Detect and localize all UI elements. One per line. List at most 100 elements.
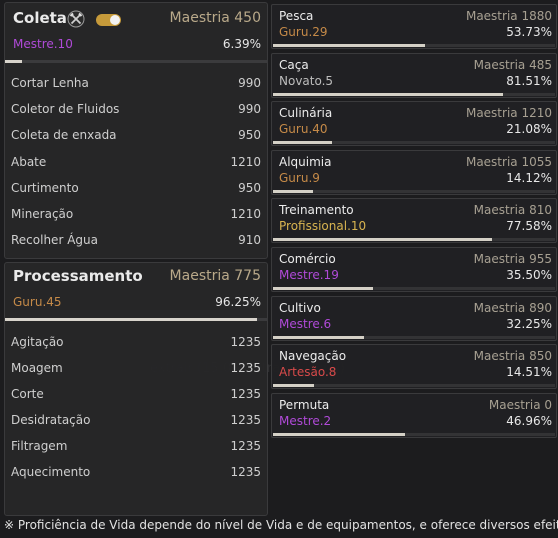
skill-percent: 32.25% [506,316,552,331]
skill-card-navegacao[interactable]: Navegação Maestria 850 Artesão.8 14.51% [271,344,557,390]
processamento-row-corte: Corte 1235 [11,387,261,407]
processamento-row-filtragem: Filtragem 1235 [11,439,261,459]
skill-progress-track [273,44,555,47]
skill-maestria: Maestria 0 [488,397,552,412]
coleta-row-coletor-de-fluidos: Coletor de Fluidos 990 [11,102,261,122]
skill-card-alquimia[interactable]: Alquimia Maestria 1055 Guru.9 14.12% [271,149,557,195]
row-label: Desidratação [11,413,91,427]
skill-name: Permuta [279,397,330,412]
skill-percent: 21.08% [506,122,552,137]
skill-progress-track [273,141,555,145]
skill-percent: 46.96% [506,413,552,428]
coleta-percent: 6.39% [222,37,261,51]
row-label: Aquecimento [11,465,91,479]
skill-grade: Mestre.6 [279,316,332,331]
skill-progress-fill [273,141,333,145]
row-value: 1235 [230,387,261,401]
coleta-row-cortar-lenha: Cortar Lenha 990 [11,76,261,96]
row-value: 910 [238,233,261,248]
skill-progress-fill [273,432,406,436]
skill-maestria: Maestria 850 [473,349,552,364]
processamento-row-desidratacao: Desidratação 1235 [11,413,261,433]
row-label: Coleta de enxada [11,128,117,143]
skill-maestria: Maestria 890 [473,300,552,315]
skill-grade: Guru.29 [279,25,328,39]
skill-maestria: Maestria 1055 [465,154,552,169]
row-value: 1235 [230,361,261,375]
row-value: 1235 [230,465,261,479]
skill-name: Caça [279,57,309,72]
skill-progress-track [273,384,555,388]
skill-card-pesca[interactable]: Pesca Maestria 1880 Guru.29 53.73% [271,4,557,49]
row-value: 1235 [230,439,261,453]
processamento-row-agitacao: Agitação 1235 [11,335,261,355]
skill-maestria: Maestria 1880 [465,9,552,23]
processamento-panel: Processamento Maestria 775 Guru.45 96.25… [4,262,268,516]
skill-name: Culinária [279,106,333,121]
footer-note: ※ Proficiência de Vida depende do nível … [4,518,558,532]
skill-progress-track [273,335,555,339]
row-value: 950 [238,128,261,143]
skill-name: Comércio [279,252,336,266]
skill-card-caca[interactable]: Caça Maestria 485 Novato.5 81.51% [271,52,557,98]
skill-name: Treinamento [279,203,354,218]
coleta-row-coleta-de-enxada: Coleta de enxada 950 [11,128,261,148]
skill-progress-fill [273,335,364,339]
row-value: 1235 [230,413,261,427]
skill-grade: Artesão.8 [279,365,337,380]
processamento-grade: Guru.45 [13,295,62,309]
skill-grade: Profissional.10 [279,219,367,234]
skill-name: Alquimia [279,154,332,169]
coleta-progress-fill [5,60,22,63]
coleta-progress-track [5,60,267,63]
skill-maestria: Maestria 955 [473,252,552,266]
pickaxe-tools-icon[interactable] [67,10,85,28]
row-value: 1210 [230,207,261,221]
row-label: Moagem [11,361,63,375]
skill-progress-fill [273,44,425,47]
processamento-progress-track [5,318,267,321]
skill-progress-track [273,92,555,96]
skill-percent: 77.58% [506,219,552,234]
processamento-progress-fill [5,318,258,321]
skill-card-comercio[interactable]: Comércio Maestria 955 Mestre.19 35.50% [271,247,557,292]
skill-progress-track [273,287,555,290]
skill-maestria: Maestria 1210 [465,106,552,121]
row-value: 990 [238,76,261,90]
skill-progress-track [273,238,555,242]
skill-progress-track [273,432,555,436]
skill-card-cultivo[interactable]: Cultivo Maestria 890 Mestre.6 32.25% [271,295,557,341]
skill-percent: 14.12% [506,170,552,185]
skill-maestria: Maestria 810 [473,203,552,218]
row-value: 1235 [230,335,261,349]
skill-card-culinaria[interactable]: Culinária Maestria 1210 Guru.40 21.08% [271,101,557,147]
skill-name: Pesca [279,9,314,23]
skill-percent: 53.73% [506,25,552,39]
skill-progress-track [273,189,555,193]
processamento-percent: 96.25% [215,295,261,309]
row-value: 990 [238,102,261,117]
processamento-title: Processamento [13,267,143,285]
row-label: Agitação [11,335,64,349]
skill-name: Navegação [279,349,347,364]
coleta-title: Coleta [13,9,67,27]
skill-grade: Mestre.2 [279,413,332,428]
skill-progress-fill [273,384,314,388]
processamento-row-aquecimento: Aquecimento 1235 [11,465,261,485]
coleta-maestria: Maestria 450 [169,10,261,26]
skill-card-permuta[interactable]: Permuta Maestria 0 Mestre.2 46.96% [271,392,557,438]
coleta-row-abate: Abate 1210 [11,155,261,175]
skill-percent: 35.50% [506,268,552,282]
row-value: 950 [238,180,261,195]
skill-card-treinamento[interactable]: Treinamento Maestria 810 Profissional.10 77… [271,198,557,244]
skill-progress-fill [273,287,374,290]
row-label: Coletor de Fluidos [11,102,120,117]
skill-maestria: Maestria 485 [473,57,552,72]
row-value: 1210 [230,154,261,169]
processamento-row-moagem: Moagem 1235 [11,361,261,381]
coleta-row-mineracao: Mineração 1210 [11,207,261,227]
skill-name: Cultivo [279,300,321,315]
row-label: Corte [11,387,44,401]
coleta-toggle[interactable] [96,14,121,26]
row-label: Abate [11,154,47,169]
